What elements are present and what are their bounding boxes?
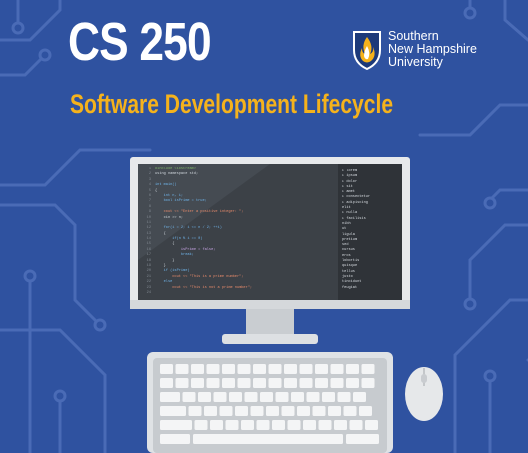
keyboard-key <box>213 392 227 402</box>
code-text: cin >> n; <box>155 215 184 220</box>
keyboard-key <box>219 406 233 416</box>
monitor-base <box>222 334 318 344</box>
keyboard-key <box>260 392 273 402</box>
code-text: for(i = 2; i <= n / 2; ++i) <box>155 226 222 231</box>
keyboard-key <box>306 392 320 402</box>
keyboard-key <box>268 378 282 388</box>
code-text: } <box>155 258 175 263</box>
keyboard-key <box>359 406 372 416</box>
keyboard-key <box>299 378 313 388</box>
file-item: feugiat <box>342 285 358 290</box>
keyboard-key <box>315 378 328 388</box>
keyboard-key <box>235 406 248 416</box>
code-text: using namespace std; <box>155 172 199 177</box>
keyboard-key <box>334 420 347 430</box>
code-text: if(n % i == 0) <box>155 237 203 242</box>
keyboard-key <box>160 392 180 402</box>
code-text: int n, i; <box>155 193 184 198</box>
keyboard-key <box>160 406 186 416</box>
keyboard-key <box>253 364 266 374</box>
keyboard-key <box>346 378 359 388</box>
keyboard-key <box>318 420 332 430</box>
code-text: cout << "This is not a prime number"; <box>155 285 253 290</box>
code-text: cout << "Enter a positive integer: "; <box>155 210 244 215</box>
keyboard-key <box>353 392 366 402</box>
code-text: bool isPrime = true; <box>155 199 207 204</box>
code-text: { <box>155 242 175 247</box>
keyboard-key <box>188 406 202 416</box>
keyboard-key <box>244 392 258 402</box>
keyboard-key <box>343 406 357 416</box>
keyboard-key <box>349 420 363 430</box>
keyboard-key <box>182 392 196 402</box>
keyboard-key <box>361 364 375 374</box>
keyboard-key <box>175 378 189 388</box>
keyboard-key <box>210 420 223 430</box>
keyboard-key <box>287 420 301 430</box>
keyboard-key <box>206 378 220 388</box>
keyboard-key <box>229 392 242 402</box>
code-text: { <box>155 231 166 236</box>
code-text: #include <iostream> <box>155 167 196 171</box>
keyboard-key <box>275 392 289 402</box>
keyboard-key <box>250 406 264 416</box>
keyboard-key <box>346 364 359 374</box>
keyboard-key <box>225 420 239 430</box>
keyboard-key <box>268 364 282 374</box>
keyboard-key <box>337 392 351 402</box>
keyboard-key <box>160 378 173 388</box>
keyboard-key <box>361 378 375 388</box>
code-text: } <box>155 264 166 269</box>
keyboard-key <box>346 434 379 444</box>
keyboard-key <box>237 364 251 374</box>
keyboard-key <box>272 420 285 430</box>
keyboard-key <box>291 392 304 402</box>
keyboard-key <box>312 406 326 416</box>
code-text: int main() <box>155 183 177 188</box>
keyboard-key <box>204 406 217 416</box>
keyboard-key <box>160 420 192 430</box>
keyboard-key <box>365 420 378 430</box>
keyboard-key <box>160 364 173 374</box>
keyboard-key <box>175 364 189 374</box>
code-text: break; <box>155 253 194 258</box>
line-number: 24 <box>146 290 151 295</box>
code-text: { <box>155 188 158 193</box>
keyboard <box>147 352 393 453</box>
keyboard-key <box>237 378 251 388</box>
keyboard-key <box>256 420 270 430</box>
keyboard-key <box>299 364 313 374</box>
keyboard-key <box>281 406 295 416</box>
keyboard-key <box>191 378 204 388</box>
code-text: else <box>155 280 173 285</box>
keyboard-key <box>297 406 310 416</box>
code-text: cout << "This is a prime number"; <box>155 274 244 279</box>
code-text: if (isPrime) <box>155 269 190 274</box>
code-text: isPrime = false; <box>155 247 216 252</box>
keyboard-key <box>322 392 335 402</box>
keyboard-key <box>191 364 204 374</box>
keyboard-key <box>194 420 208 430</box>
keyboard-key <box>330 364 344 374</box>
keyboard-key <box>315 364 328 374</box>
file-explorer: ▸ lorem ▸ ipsum ▸ dolor ▸ sit ▸ amet ▸ consec… <box>342 169 400 295</box>
keyboard-key <box>222 364 235 374</box>
keyboard-key <box>266 406 279 416</box>
keyboard-key <box>222 378 235 388</box>
keyboard-key <box>206 364 220 374</box>
code-editor: 1 #include <iostream> 2 using namespace std… <box>141 167 336 295</box>
keyboard-key <box>330 378 344 388</box>
mouse-icon <box>405 367 443 421</box>
code-line: 24 <box>141 291 336 295</box>
monitor-chin <box>130 300 410 309</box>
keyboard-key <box>160 434 190 444</box>
keyboard-key <box>328 406 341 416</box>
keyboard-key <box>241 420 254 430</box>
keyboard-key <box>193 434 343 444</box>
keyboard-key <box>303 420 316 430</box>
keyboard-key <box>284 378 297 388</box>
keyboard-key <box>253 378 266 388</box>
keyboard-key <box>198 392 211 402</box>
keyboard-key <box>284 364 297 374</box>
